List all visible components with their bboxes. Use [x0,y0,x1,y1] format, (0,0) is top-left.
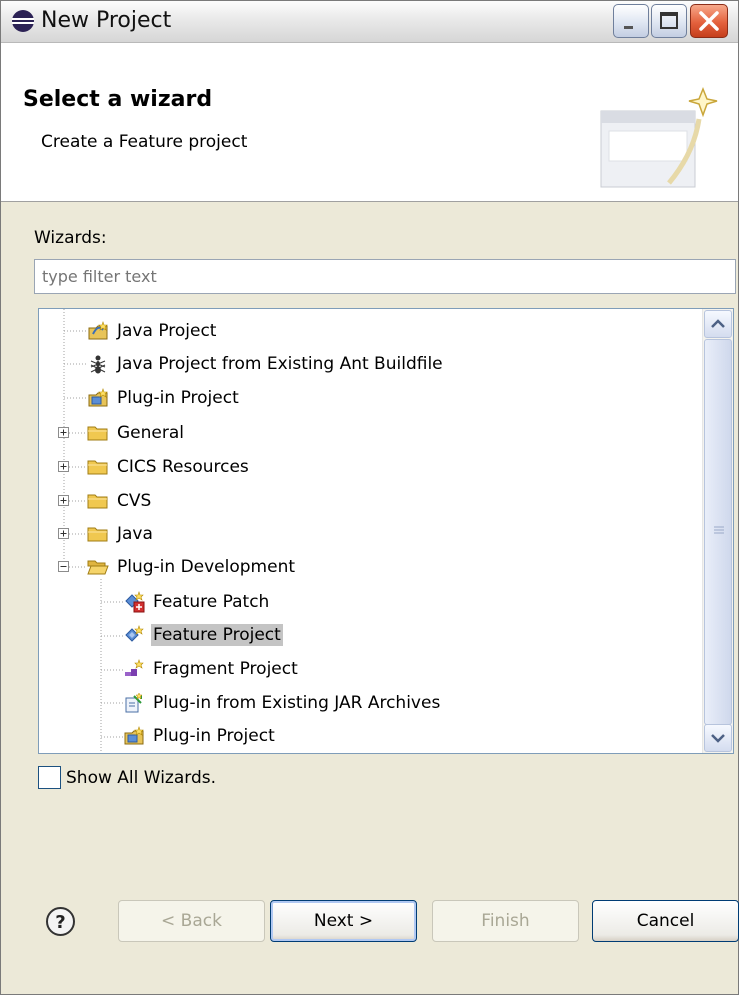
tree-item-label: Plug-in from Existing JAR Archives [153,693,441,713]
tree-item-cvs[interactable]: CVS [87,487,153,515]
tree-item-feature-patch[interactable]: Feature Patch [123,588,271,616]
chevron-down-icon [711,734,725,743]
scroll-down-button[interactable] [704,724,732,752]
chevron-up-icon [711,319,725,328]
tree-item-label: Java [117,524,153,544]
wizards-label: Wizards: [34,228,107,248]
expand-general-button[interactable] [58,427,69,438]
plugin-project-icon [124,726,144,745]
minus-icon [60,566,67,567]
svg-text:?: ? [55,912,65,933]
minimize-icon [624,26,633,29]
fragment-project-icon [125,659,144,676]
tree-item-label: Feature Project [151,624,283,646]
folder-icon [87,527,108,542]
wizard-tree[interactable]: Java Project Java Project from Existing … [38,308,734,754]
tree-item-java-ant-project[interactable]: Java Project from Existing Ant Buildfile [87,350,445,378]
scroll-up-button[interactable] [704,310,732,338]
vertical-scrollbar[interactable] [702,309,733,753]
tree-item-java-project[interactable]: Java Project [87,317,218,345]
minimize-button[interactable] [613,4,649,38]
tree-item-label: CICS Resources [117,457,249,477]
tree-item-label: Plug-in Project [153,726,275,746]
close-icon [699,11,719,31]
maximize-button[interactable] [651,4,687,38]
scroll-thumb[interactable] [704,339,732,725]
folder-icon [87,494,108,509]
tree-item-plugin-project[interactable]: Plug-in Project [87,384,241,412]
filter-input[interactable] [34,259,736,294]
folder-open-icon [87,560,109,575]
tree-item-label: Java Project from Existing Ant Buildfile [117,354,443,374]
tree-item-java[interactable]: Java [87,520,155,548]
feature-project-icon [125,625,144,642]
tree-item-label: Plug-in Project [117,388,239,408]
show-all-wizards-label: Show All Wizards. [66,767,216,788]
plus-icon [60,463,67,470]
window-title: New Project [41,8,172,33]
maximize-icon [660,12,678,29]
tree-item-plugin-project-2[interactable]: Plug-in Project [123,722,277,750]
back-button[interactable]: < Back [118,900,265,942]
tree-item-general[interactable]: General [87,419,186,447]
banner-title: Select a wizard [23,87,213,112]
java-project-icon [88,321,108,340]
new-wizard-illustration-icon [600,86,718,188]
eclipse-icon [12,10,34,32]
tree-item-plugin-development[interactable]: Plug-in Development [87,553,297,581]
tree-item-label: Fragment Project [153,659,298,679]
plus-icon [60,497,67,504]
finish-button[interactable]: Finish [432,900,579,942]
folder-icon [87,426,108,441]
folder-icon [87,460,108,475]
tree-item-label: Java Project [117,321,217,341]
new-project-dialog: New Project Select a wizard Create a Fea… [0,0,739,995]
wizard-banner: Select a wizard Create a Feature project [1,43,738,202]
tree-item-label: Feature Patch [153,592,270,612]
next-button[interactable]: Next > [270,900,417,942]
close-button[interactable] [690,4,728,38]
feature-patch-icon [125,591,145,613]
tree-item-label: General [117,423,184,443]
tree-item-fragment-project[interactable]: Fragment Project [123,655,300,683]
plugin-project-icon [88,388,108,407]
expand-cics-button[interactable] [58,461,69,472]
show-all-wizards-row[interactable]: Show All Wizards. [38,766,216,789]
cancel-button[interactable]: Cancel [592,900,739,942]
tree-item-label: Plug-in Development [117,557,296,577]
show-all-wizards-checkbox[interactable] [38,766,61,789]
tree-item-label: CVS [117,491,152,511]
plus-icon [60,530,67,537]
tree-item-plugin-from-jar[interactable]: Plug-in from Existing JAR Archives [123,689,442,717]
title-bar[interactable]: New Project [1,1,738,43]
tree-item-feature-project[interactable]: Feature Project [123,621,283,649]
banner-subtitle: Create a Feature project [41,132,248,152]
help-icon[interactable]: ? [45,906,76,937]
plus-icon [60,429,67,436]
jar-plugin-icon [125,692,143,713]
expand-java-button[interactable] [58,528,69,539]
grip-icon [714,526,724,534]
ant-icon [90,355,106,374]
tree-item-cics-resources[interactable]: CICS Resources [87,453,251,481]
collapse-plugin-development-button[interactable] [58,561,69,572]
expand-cvs-button[interactable] [58,495,69,506]
